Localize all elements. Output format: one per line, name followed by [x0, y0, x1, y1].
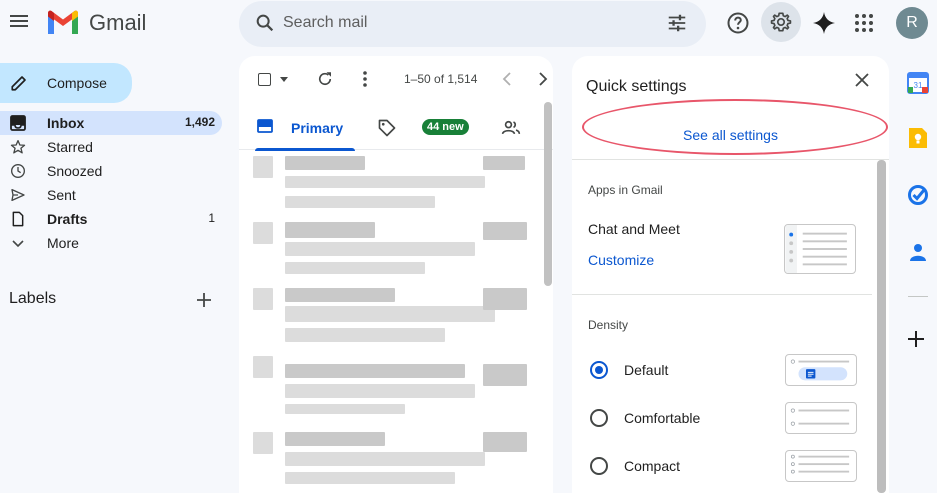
sidebar-item-label: Drafts — [47, 211, 88, 227]
sidebar-item-label: Inbox — [47, 115, 85, 131]
send-icon — [11, 189, 25, 201]
list-item[interactable] — [239, 284, 539, 350]
contacts-icon[interactable] — [907, 241, 929, 263]
search-options-icon[interactable] — [666, 12, 688, 34]
star-icon — [10, 140, 26, 154]
sidebar-item-sent[interactable]: Sent — [0, 183, 222, 207]
svg-text:31: 31 — [914, 81, 923, 90]
chat-meet-label: Chat and Meet — [588, 221, 680, 237]
chat-layout-thumbnail — [784, 224, 856, 274]
list-item[interactable] — [239, 350, 539, 416]
pagination-range: 1–50 of 1,514 — [404, 72, 478, 86]
radio-button[interactable] — [590, 457, 608, 475]
active-tab-indicator — [255, 148, 355, 151]
pencil-icon — [11, 76, 26, 91]
quick-settings-title: Quick settings — [586, 78, 687, 95]
density-preview-thumbnail — [785, 450, 857, 482]
radio-button[interactable] — [590, 361, 608, 379]
sidebar-item-drafts[interactable]: Drafts 1 — [0, 207, 222, 231]
density-option-default[interactable]: Default — [588, 353, 868, 387]
apps-heading: Apps in Gmail — [588, 183, 663, 197]
refresh-icon[interactable] — [316, 70, 334, 88]
density-preview-thumbnail — [785, 354, 857, 386]
search-icon[interactable] — [254, 12, 276, 34]
main-menu-button[interactable] — [8, 12, 30, 34]
new-count-badge[interactable]: 44 new — [422, 119, 469, 135]
add-addon-icon[interactable] — [907, 330, 925, 348]
apps-grid-icon[interactable] — [854, 13, 874, 33]
density-option-compact[interactable]: Compact — [588, 449, 868, 483]
add-label-icon[interactable] — [196, 292, 212, 308]
density-label: Default — [624, 362, 669, 378]
sidebar-item-label: Sent — [47, 187, 76, 203]
draft-count: 1 — [208, 211, 215, 225]
calendar-icon[interactable]: 31 — [907, 72, 929, 94]
quick-settings-scrollbar[interactable] — [877, 160, 886, 493]
tab-primary[interactable]: Primary — [239, 102, 355, 151]
search-input[interactable] — [283, 12, 643, 34]
sidebar-item-inbox[interactable]: Inbox 1,492 — [0, 111, 222, 135]
tag-icon[interactable] — [377, 118, 397, 138]
settings-button[interactable] — [761, 2, 801, 42]
compose-button[interactable]: Compose — [0, 63, 132, 103]
gear-icon — [770, 12, 792, 32]
inbox-icon — [10, 115, 26, 131]
customize-link[interactable]: Customize — [588, 252, 654, 268]
section-divider — [572, 294, 872, 295]
tasks-icon[interactable] — [907, 184, 929, 206]
mail-rows — [239, 152, 539, 493]
select-menu-caret[interactable] — [280, 77, 288, 82]
unread-count: 1,492 — [184, 115, 215, 129]
inbox-icon — [257, 119, 273, 133]
side-panel-rail: 31 — [898, 56, 937, 493]
draft-icon — [12, 211, 24, 227]
keep-icon[interactable] — [907, 126, 929, 150]
chevron-down-icon — [12, 240, 24, 248]
close-icon[interactable] — [854, 72, 870, 88]
compose-label: Compose — [47, 75, 107, 91]
quick-settings-panel: Quick settings See all settings Apps in … — [572, 56, 889, 493]
more-options-icon[interactable] — [359, 70, 371, 88]
tab-label: Primary — [291, 120, 344, 136]
chevron-right-icon[interactable] — [537, 72, 549, 86]
app-name: Gmail — [89, 10, 147, 35]
annotation-highlight — [582, 99, 888, 155]
density-label: Compact — [624, 458, 681, 474]
account-avatar[interactable]: R — [896, 7, 928, 39]
density-heading: Density — [588, 318, 629, 332]
select-all-checkbox[interactable] — [258, 73, 271, 86]
labels-heading: Labels — [9, 290, 57, 307]
gemini-icon[interactable] — [812, 11, 836, 35]
category-tabs: Primary 44 new — [239, 102, 553, 151]
sidebar-item-snoozed[interactable]: Snoozed — [0, 159, 222, 183]
chevron-left-icon[interactable] — [501, 72, 513, 86]
help-icon[interactable] — [726, 11, 750, 35]
list-item[interactable] — [239, 218, 539, 284]
clock-icon — [11, 164, 25, 178]
gmail-logo[interactable] — [46, 10, 80, 36]
sidebar-item-more[interactable]: More — [0, 231, 222, 255]
mail-list-pane: 1–50 of 1,514 Primary 44 new — [239, 56, 553, 493]
list-item[interactable] — [239, 152, 539, 218]
people-icon[interactable] — [501, 118, 521, 138]
density-preview-thumbnail — [785, 402, 857, 434]
radio-button[interactable] — [590, 409, 608, 427]
rail-divider — [908, 296, 928, 297]
sidebar-item-starred[interactable]: Starred — [0, 135, 222, 159]
sidebar-item-label: Starred — [47, 139, 93, 155]
mail-list-scrollbar[interactable] — [544, 102, 552, 286]
sidebar-item-label: More — [47, 235, 79, 251]
density-option-comfortable[interactable]: Comfortable — [588, 401, 868, 435]
list-item[interactable] — [239, 428, 539, 493]
density-label: Comfortable — [624, 410, 701, 426]
sidebar-item-label: Snoozed — [47, 163, 103, 179]
